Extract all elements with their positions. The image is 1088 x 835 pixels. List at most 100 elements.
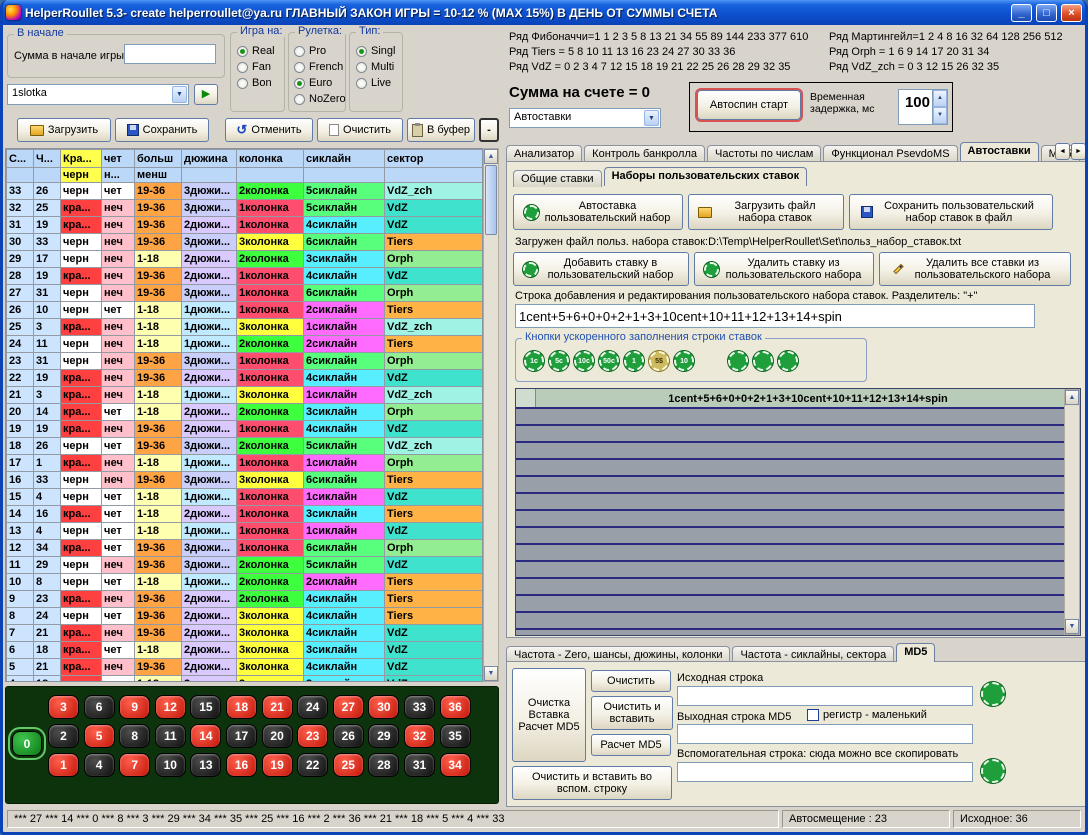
bet-string-input[interactable] — [515, 304, 1035, 328]
bet-list[interactable]: 1cent+5+6+0+0+2+1+3+10cent+10+11+12+13+1… — [515, 388, 1081, 636]
radio-option-euro[interactable]: Euro — [294, 75, 346, 91]
radio-option-fan[interactable]: Fan — [237, 59, 275, 75]
bet-list-row[interactable] — [516, 528, 1080, 545]
bet-list-row[interactable] — [516, 545, 1080, 562]
board-number-6[interactable]: 6 — [84, 695, 115, 719]
bet-list-row[interactable] — [516, 460, 1080, 477]
autobet-user-set-button[interactable]: Автоставка пользовательский набор — [513, 194, 683, 230]
history-table[interactable]: С...Ч...Кра...четбольшдюжинаколонкасикла… — [5, 148, 483, 682]
radio-option-live[interactable]: Live — [356, 75, 395, 91]
slot-combo[interactable]: 1slotka ▼ — [7, 84, 189, 105]
radio-option-singl[interactable]: Singl — [356, 43, 395, 59]
board-number-22[interactable]: 22 — [297, 753, 328, 777]
bet-list-row[interactable] — [516, 596, 1080, 613]
bet-list-scrollbar[interactable]: ▲ ▼ — [1064, 389, 1080, 635]
board-number-21[interactable]: 21 — [262, 695, 293, 719]
md5-clear-button[interactable]: Очистить — [591, 670, 671, 692]
board-number-13[interactable]: 13 — [190, 753, 221, 777]
table-row[interactable]: 3119кра...неч19-362дюжи...1колонка4сикла… — [7, 217, 483, 234]
maximize-button[interactable]: □ — [1036, 4, 1057, 22]
table-row[interactable]: 108чернчет1-181дюжи...2колонка2сиклайнTi… — [7, 574, 483, 591]
table-row[interactable]: 3033черннеч19-363дюжи...3колонка6сиклайн… — [7, 234, 483, 251]
spin-up-icon[interactable]: ▲ — [933, 90, 947, 107]
table-row[interactable]: 253кра...неч1-181дюжи...3колонка1сиклайн… — [7, 319, 483, 336]
table-row[interactable]: 1633черннеч19-363дюжи...3колонка6сиклайн… — [7, 472, 483, 489]
quick-chip-button[interactable]: 5$ — [649, 351, 669, 371]
freqtab-md5[interactable]: MD5 — [896, 643, 935, 662]
bet-list-row[interactable] — [516, 613, 1080, 630]
table-row[interactable]: 2411черннеч1-181дюжи...2колонка2сиклайнT… — [7, 336, 483, 353]
bet-list-row[interactable] — [516, 511, 1080, 528]
board-number-20[interactable]: 20 — [262, 724, 293, 748]
play-button[interactable]: ▶ — [194, 84, 218, 105]
board-number-32[interactable]: 32 — [404, 724, 435, 748]
table-row[interactable]: 923кра...неч19-362дюжи...2колонка4сиклай… — [7, 591, 483, 608]
dropdown-arrow-icon[interactable]: ▼ — [172, 86, 187, 103]
table-row[interactable]: 721кра...неч19-362дюжи...3колонка4сиклай… — [7, 625, 483, 642]
quick-chip-button[interactable]: 50c — [599, 351, 619, 371]
tab-функционал-psevdoms[interactable]: Функционал PsevdoMS — [823, 145, 957, 162]
board-number-30[interactable]: 30 — [368, 695, 399, 719]
radio-option-multi[interactable]: Multi — [356, 59, 395, 75]
md5-clear-paste-button[interactable]: Очистить и вставить — [591, 696, 673, 730]
table-row[interactable]: 1129черннеч19-363дюжи...2колонка5сиклайн… — [7, 557, 483, 574]
board-number-11[interactable]: 11 — [155, 724, 186, 748]
board-number-23[interactable]: 23 — [297, 724, 328, 748]
tab-автоставки[interactable]: Автоставки — [960, 142, 1039, 161]
titlebar[interactable]: HelperRoullet 5.3- create helperroullet@… — [0, 0, 1088, 25]
tab-анализатор[interactable]: Анализатор — [506, 145, 582, 162]
autospin-start-button[interactable]: Автоспин старт — [697, 90, 801, 120]
board-number-18[interactable]: 18 — [226, 695, 257, 719]
table-row[interactable]: 1919кра...неч19-362дюжи...1колонка4сикла… — [7, 421, 483, 438]
autobets-mode-combo[interactable]: Автоставки ▼ — [509, 108, 661, 128]
bet-list-row[interactable] — [516, 579, 1080, 596]
table-row[interactable]: 2610чернчет1-181дюжи...1колонка2сиклайнT… — [7, 302, 483, 319]
quick-chip-button[interactable]: 10c — [574, 351, 594, 371]
collapse-button[interactable]: - — [479, 118, 499, 142]
md5-clear-paste-aux-button[interactable]: Очистить и вставить во вспом. строку — [512, 766, 672, 800]
table-row[interactable]: 3225кра...неч19-363дюжи...1колонка5сикла… — [7, 200, 483, 217]
quick-chip-button[interactable] — [728, 351, 748, 371]
save-bet-file-button[interactable]: Сохранить пользовательский набор ставок … — [849, 194, 1053, 230]
table-row[interactable]: 1826чернчет19-363дюжи...2колонка5сиклайн… — [7, 438, 483, 455]
board-number-25[interactable]: 25 — [333, 753, 364, 777]
table-row[interactable]: 154чернчет1-181дюжи...1колонка1сиклайнVd… — [7, 489, 483, 506]
tab-scroll-right-button[interactable]: ► — [1071, 143, 1086, 160]
tab-scroll-left-button[interactable]: ◄ — [1055, 143, 1070, 160]
bet-list-row[interactable] — [516, 494, 1080, 511]
table-row[interactable]: 618кра...чет1-182дюжи...3колонка3сиклайн… — [7, 642, 483, 659]
board-number-7[interactable]: 7 — [119, 753, 150, 777]
board-number-9[interactable]: 9 — [119, 695, 150, 719]
clear-button[interactable]: Очистить — [317, 118, 403, 142]
paste-chip-button[interactable] — [981, 682, 1005, 706]
board-number-12[interactable]: 12 — [155, 695, 186, 719]
radio-option-pro[interactable]: Pro — [294, 43, 346, 59]
bet-list-row[interactable] — [516, 426, 1080, 443]
bet-list-row[interactable] — [516, 477, 1080, 494]
quick-chip-button[interactable]: 1 — [624, 351, 644, 371]
close-button[interactable]: × — [1061, 4, 1082, 22]
board-number-34[interactable]: 34 — [440, 753, 471, 777]
spin-down-icon[interactable]: ▼ — [933, 107, 947, 124]
subtab-наборы-пользовательских-ставок[interactable]: Наборы пользовательских ставок — [604, 167, 808, 186]
table-row[interactable]: 2819кра...неч19-362дюжи...1колонка4сикла… — [7, 268, 483, 285]
table-row[interactable]: 1234кра...чет19-363дюжи...1колонка6сикла… — [7, 540, 483, 557]
table-row[interactable]: 3326чернчет19-363дюжи...2колонка5сиклайн… — [7, 183, 483, 200]
radio-option-real[interactable]: Real — [237, 43, 275, 59]
quick-chip-button[interactable] — [778, 351, 798, 371]
board-number-10[interactable]: 10 — [155, 753, 186, 777]
md5-lowercase-checkbox[interactable]: регистр - маленький — [807, 709, 927, 721]
delay-value[interactable]: 100 — [899, 90, 932, 124]
board-number-35[interactable]: 35 — [440, 724, 471, 748]
table-row[interactable]: 2331черннеч19-363дюжи...1колонка6сиклайн… — [7, 353, 483, 370]
board-number-4[interactable]: 4 — [84, 753, 115, 777]
bet-list-row[interactable] — [516, 443, 1080, 460]
quick-chip-button[interactable]: 10 — [674, 351, 694, 371]
radio-option-french[interactable]: French — [294, 59, 346, 75]
table-row[interactable]: 521кра...неч19-362дюжи...3колонка4сиклай… — [7, 659, 483, 676]
table-row[interactable]: 1416кра...чет1-182дюжи...1колонка3сиклай… — [7, 506, 483, 523]
load-button[interactable]: Загрузить — [17, 118, 111, 142]
md5-aux-input[interactable] — [677, 762, 973, 782]
delay-spinner[interactable]: 100 ▲ ▼ — [898, 89, 948, 125]
subtab-общие-ставки[interactable]: Общие ставки — [513, 170, 602, 187]
